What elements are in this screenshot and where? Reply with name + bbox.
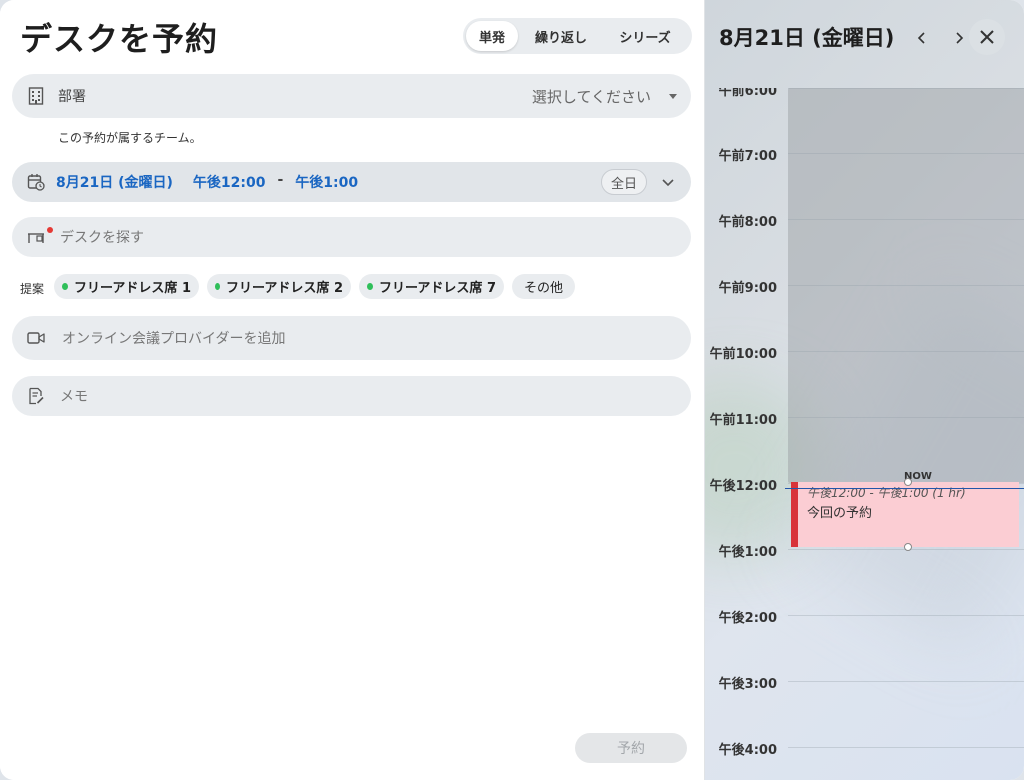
suggestion-chip[interactable]: フリーアドレス席 1	[54, 274, 199, 299]
event-time: 午後12:00 - 午後1:00 (1 hr)	[807, 486, 966, 500]
start-time-value[interactable]: 午後12:00	[193, 172, 266, 192]
tab-recurring[interactable]: 繰り返し	[518, 21, 604, 51]
calendar-clock-icon	[26, 172, 46, 192]
time-separator: -	[277, 172, 284, 188]
hour-label: 午前7:00	[718, 149, 777, 164]
hour-divider	[788, 351, 1024, 352]
hour-label: 午前6:00	[718, 88, 777, 99]
caret-down-icon	[669, 94, 677, 99]
department-helper-text: この予約が属するチーム。	[58, 131, 202, 145]
suggestion-chip[interactable]: フリーアドレス席 7	[359, 274, 504, 299]
suggestion-label: フリーアドレス席 2	[225, 281, 343, 296]
memo-input[interactable]: メモ	[60, 386, 88, 406]
hour-divider	[788, 747, 1024, 748]
event-title: 今回の予約	[807, 506, 873, 521]
tab-series[interactable]: シリーズ	[604, 21, 686, 51]
now-indicator-line	[785, 488, 1024, 489]
booking-dialog: デスクを予約 単発 繰り返し シリーズ 部署 選択してください この予約が属する…	[0, 0, 1024, 780]
hour-divider	[788, 285, 1024, 286]
hour-label: 午前9:00	[718, 281, 777, 296]
suggestion-label: フリーアドレス席 7	[378, 281, 496, 296]
note-edit-icon	[26, 386, 46, 406]
book-button[interactable]: 予約	[575, 733, 687, 763]
video-provider-field[interactable]: オンライン会議プロバイダーを追加	[12, 316, 691, 360]
tab-single[interactable]: 単発	[466, 21, 518, 51]
suggestions-label: 提案	[20, 282, 45, 296]
event-resize-handle-top[interactable]	[904, 478, 912, 486]
hour-row: 午前10:00	[705, 347, 1024, 417]
desk-icon	[26, 227, 46, 247]
hour-label: 午前11:00	[709, 413, 777, 428]
hour-label: 午前10:00	[709, 347, 777, 362]
datetime-range: 8月21日 (金曜日) 午後12:00 - 午後1:00	[56, 172, 358, 192]
more-suggestions-chip[interactable]: その他	[512, 274, 575, 299]
available-dot-icon	[367, 283, 373, 290]
department-select[interactable]: 選択してください	[532, 86, 651, 107]
hour-row: 午後1:00	[705, 545, 1024, 615]
booking-mode-toggle: 単発 繰り返し シリーズ	[463, 18, 692, 54]
next-day-button[interactable]	[947, 26, 971, 50]
video-camera-icon	[26, 328, 46, 348]
available-dot-icon	[215, 283, 220, 290]
required-indicator	[47, 227, 53, 233]
hour-row: 午後4:00	[705, 743, 1024, 780]
video-provider-input[interactable]: オンライン会議プロバイダーを追加	[62, 328, 285, 348]
hour-row: 午前11:00	[705, 413, 1024, 483]
close-button[interactable]	[969, 19, 1005, 55]
hour-divider	[788, 615, 1024, 616]
hour-label: 午後3:00	[718, 677, 777, 692]
date-value[interactable]: 8月21日 (金曜日)	[56, 172, 173, 192]
hour-label: 午後12:00	[709, 479, 777, 494]
page-title: デスクを予約	[20, 20, 219, 58]
hour-label: 午後4:00	[718, 743, 777, 758]
hour-label: 午後2:00	[718, 611, 777, 626]
booking-form: デスクを予約 単発 繰り返し シリーズ 部署 選択してください この予約が属する…	[0, 0, 704, 780]
chevron-left-icon	[917, 32, 925, 44]
chevron-down-icon[interactable]	[661, 174, 675, 193]
hour-label: 午前8:00	[718, 215, 777, 230]
department-field[interactable]: 部署 選択してください	[12, 74, 691, 118]
hour-row: 午後2:00	[705, 611, 1024, 681]
hour-divider	[788, 681, 1024, 682]
hour-divider	[788, 417, 1024, 418]
hour-divider	[788, 153, 1024, 154]
current-booking-event[interactable]: 午後12:00 - 午後1:00 (1 hr) 今回の予約	[791, 482, 1019, 547]
desk-search-field[interactable]: デスクを探す	[12, 217, 691, 257]
department-label: 部署	[58, 89, 86, 105]
building-icon	[26, 86, 46, 106]
hour-row: 午前9:00	[705, 281, 1024, 351]
suggestion-label: フリーアドレス席 1	[73, 281, 191, 296]
hour-label: 午後1:00	[718, 545, 777, 560]
hour-divider	[788, 219, 1024, 220]
previous-day-button[interactable]	[910, 26, 934, 50]
hour-row: 午後3:00	[705, 677, 1024, 747]
hour-row: 午前8:00	[705, 215, 1024, 285]
hour-divider	[788, 88, 1024, 89]
calendar-date-title: 8月21日 (金曜日)	[719, 26, 895, 50]
end-time-value[interactable]: 午後1:00	[295, 172, 358, 192]
available-dot-icon	[62, 283, 68, 290]
chevron-right-icon	[956, 32, 964, 44]
memo-field[interactable]: メモ	[12, 376, 691, 416]
hour-grid[interactable]: 午前6:00 午前7:00 午前8:00 午前9:00 午前10:00 午前11…	[705, 88, 1024, 780]
suggestion-chip[interactable]: フリーアドレス席 2	[207, 274, 351, 299]
desk-search-input[interactable]: デスクを探す	[60, 227, 144, 247]
datetime-field[interactable]: 8月21日 (金曜日) 午後12:00 - 午後1:00 全日	[12, 162, 691, 202]
close-icon	[980, 30, 994, 44]
all-day-toggle[interactable]: 全日	[600, 169, 647, 195]
hour-row: 午前7:00	[705, 149, 1024, 219]
day-calendar-panel: 8月21日 (金曜日) 午前6:00 午前7:00 午前8:00 午前9:00 …	[704, 0, 1024, 780]
event-resize-handle-bottom[interactable]	[904, 543, 912, 551]
